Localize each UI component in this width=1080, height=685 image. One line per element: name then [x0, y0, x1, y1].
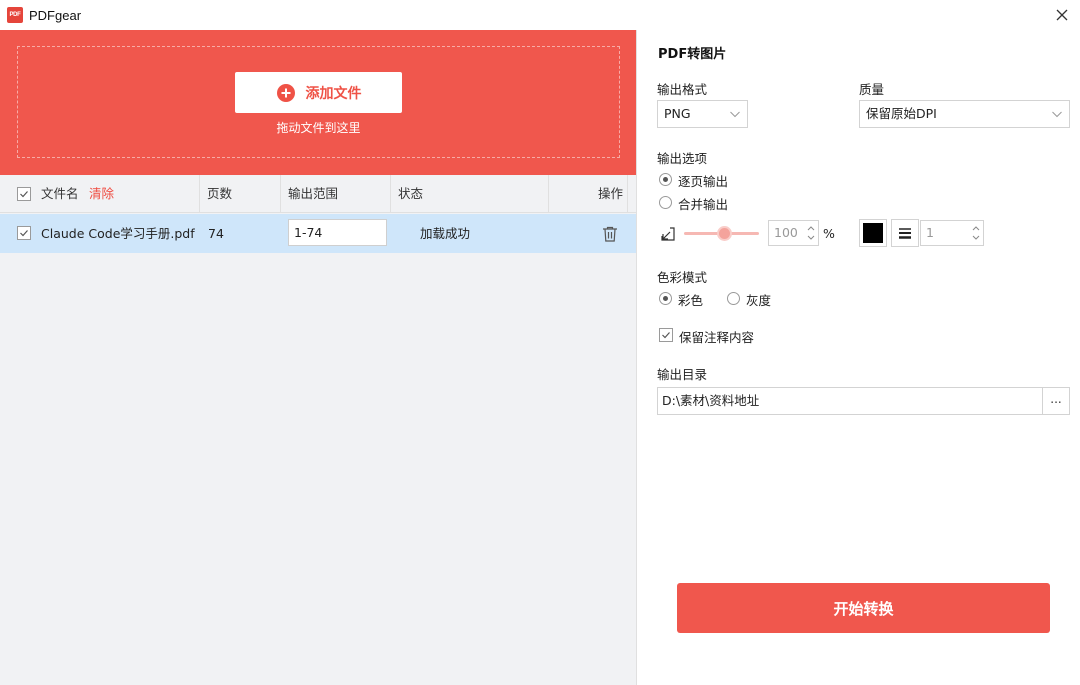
- delete-button[interactable]: [601, 225, 619, 243]
- status-text: 加载成功: [420, 226, 471, 241]
- clear-button[interactable]: 清除: [89, 175, 114, 213]
- page-count: 74: [208, 226, 224, 241]
- column-range: 输出范围: [288, 186, 339, 201]
- color-label: 彩色: [678, 293, 704, 308]
- line-weight-icon: [899, 228, 911, 239]
- chevron-down-icon: [730, 111, 740, 118]
- merge-label: 合并输出: [678, 197, 729, 212]
- check-icon: [662, 332, 670, 339]
- merge-radio[interactable]: [659, 196, 672, 209]
- close-icon: [1056, 9, 1068, 21]
- border-width-value: 1: [926, 225, 934, 240]
- pdfgear-logo-icon: PDF: [7, 7, 23, 23]
- output-format-label: 输出格式: [657, 82, 708, 97]
- border-width-button[interactable]: [891, 219, 919, 247]
- file-name: Claude Code学习手册.pdf: [41, 226, 195, 241]
- quality-value: 保留原始DPI: [866, 106, 937, 121]
- select-all-checkbox[interactable]: [17, 187, 31, 201]
- column-divider: [627, 175, 628, 213]
- trash-icon: [603, 226, 617, 242]
- table-header: 文件名 清除 页数 输出范围 状态 操作: [0, 175, 636, 213]
- output-dir-input[interactable]: D:\素材\资料地址: [657, 387, 1043, 415]
- column-divider: [390, 175, 391, 213]
- output-dir-label: 输出目录: [657, 367, 708, 382]
- scale-unit: %: [823, 226, 835, 241]
- app-title: PDFgear: [29, 7, 82, 23]
- color-radio[interactable]: [659, 292, 672, 305]
- border-width-input[interactable]: 1: [920, 220, 984, 246]
- output-format-select[interactable]: PNG: [657, 100, 748, 128]
- scale-toggle[interactable]: [660, 226, 676, 242]
- output-options-label: 输出选项: [657, 151, 708, 166]
- settings-title: PDF转图片: [658, 47, 727, 62]
- table-row[interactable]: Claude Code学习手册.pdf 74 1-74 加载成功: [0, 214, 636, 253]
- column-pages: 页数: [207, 186, 233, 201]
- close-button[interactable]: [1050, 3, 1074, 27]
- output-format-value: PNG: [664, 106, 691, 121]
- chevron-down-icon: [1052, 111, 1062, 118]
- column-action: 操作: [598, 186, 624, 201]
- per-page-radio[interactable]: [659, 173, 672, 186]
- settings-panel: PDF转图片 输出格式 PNG 质量 保留原始DPI 输出选项 逐页输出 合并输…: [638, 30, 1080, 685]
- output-range-input[interactable]: 1-74: [288, 219, 387, 246]
- resize-icon: [661, 227, 675, 241]
- column-divider: [199, 175, 200, 213]
- add-file-button[interactable]: 添加文件: [235, 72, 402, 113]
- column-name: 文件名: [41, 186, 79, 201]
- quality-label: 质量: [859, 82, 885, 97]
- grayscale-radio[interactable]: [727, 292, 740, 305]
- check-icon: [20, 191, 28, 198]
- keep-annotations-checkbox[interactable]: [659, 328, 673, 342]
- drop-zone[interactable]: 添加文件 拖动文件到这里: [0, 30, 636, 175]
- column-divider: [280, 175, 281, 213]
- scale-slider-thumb[interactable]: [717, 226, 732, 241]
- color-swatch: [863, 223, 883, 243]
- grayscale-label: 灰度: [746, 293, 772, 308]
- add-file-label: 添加文件: [305, 85, 362, 102]
- per-page-label: 逐页输出: [678, 174, 729, 189]
- color-mode-label: 色彩模式: [657, 270, 708, 285]
- scale-value: 100: [774, 225, 798, 240]
- title-bar: PDF PDFgear: [0, 0, 1080, 30]
- browse-button[interactable]: ...: [1042, 387, 1070, 415]
- start-convert-button[interactable]: 开始转换: [677, 583, 1050, 633]
- column-divider: [548, 175, 549, 213]
- column-status: 状态: [398, 186, 424, 201]
- keep-annotations-label: 保留注释内容: [679, 330, 755, 345]
- quality-select[interactable]: 保留原始DPI: [859, 100, 1070, 128]
- spin-arrows-icon[interactable]: [806, 222, 816, 244]
- file-list-panel: 添加文件 拖动文件到这里 文件名 清除 页数 输出范围 状态 操作 Claude…: [0, 30, 637, 685]
- check-icon: [20, 230, 28, 237]
- plus-circle-icon: [276, 83, 295, 102]
- scale-input[interactable]: 100: [768, 220, 819, 246]
- drop-hint: 拖动文件到这里: [276, 121, 361, 135]
- spin-arrows-icon[interactable]: [971, 222, 981, 244]
- border-color-picker[interactable]: [859, 219, 887, 247]
- row-checkbox[interactable]: [17, 226, 31, 240]
